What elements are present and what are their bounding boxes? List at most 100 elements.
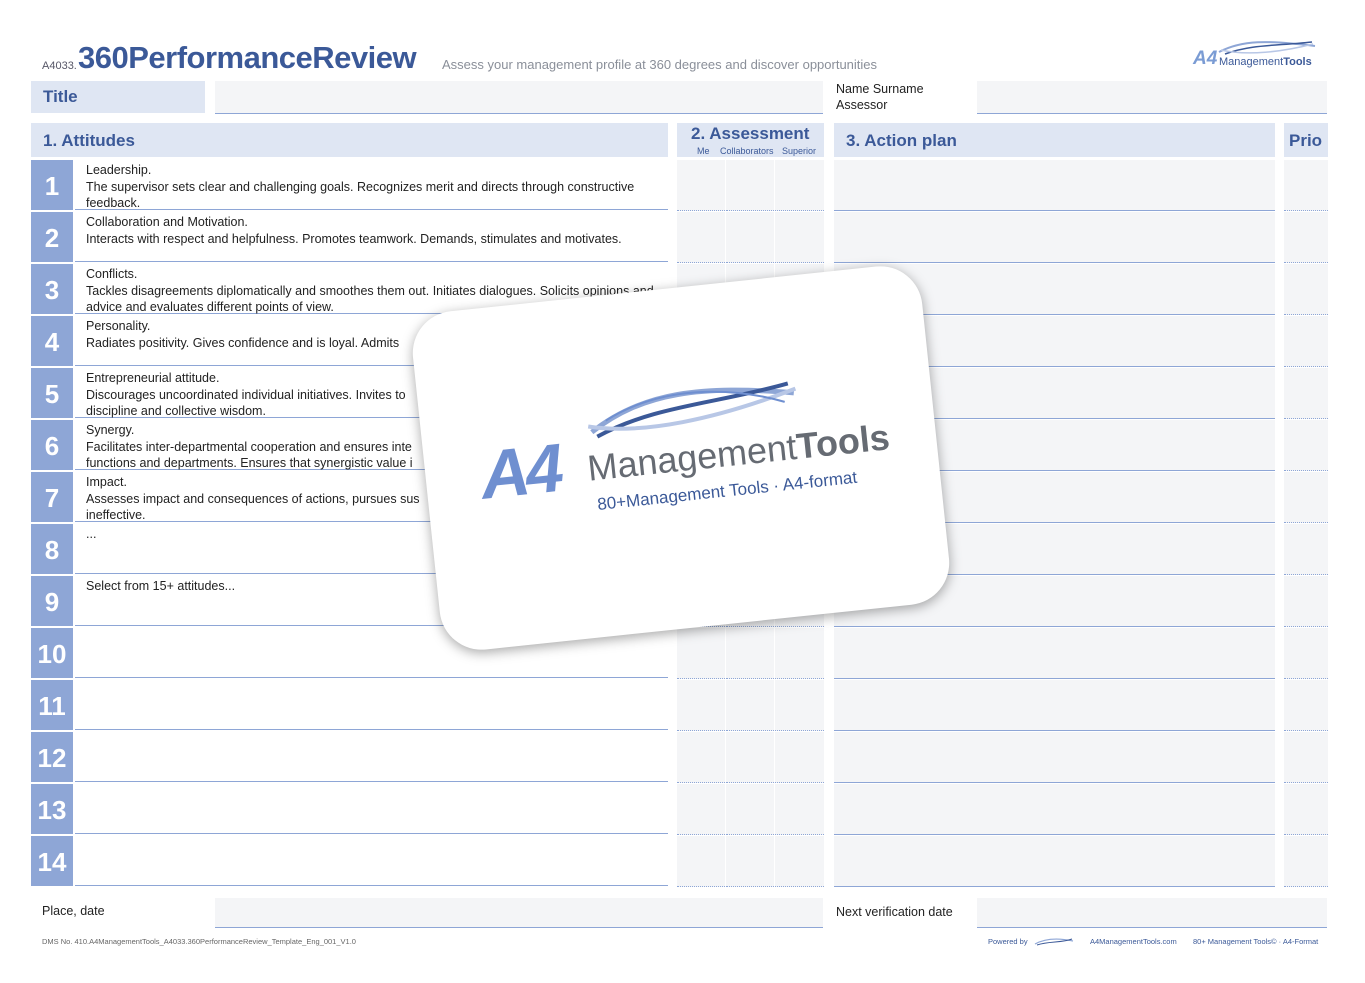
row-number: 13 <box>31 784 73 834</box>
row-number: 8 <box>31 524 73 574</box>
assess-superior-cell[interactable] <box>775 732 824 783</box>
row-number: 4 <box>31 316 73 366</box>
attitude-text[interactable]: Leadership. The supervisor sets clear an… <box>75 160 668 210</box>
logo-overlay-card: A4 ManagementTools 80+Management Tools ·… <box>408 262 954 654</box>
table-row: 11 <box>31 680 1328 732</box>
action-plan-cell[interactable] <box>834 732 1275 783</box>
assess-collaborators-cell[interactable] <box>726 628 774 679</box>
row-number: 9 <box>31 576 73 626</box>
section-prio: Prio <box>1284 123 1328 157</box>
table-row: 13 <box>31 784 1328 836</box>
prio-cell[interactable] <box>1284 368 1328 419</box>
prio-cell[interactable] <box>1284 524 1328 575</box>
template-code: A4033. <box>42 60 77 72</box>
attitude-text[interactable] <box>75 732 668 782</box>
action-plan-cell[interactable] <box>834 784 1275 835</box>
section-assessment: 2. Assessment Me Collaborators Superior <box>677 123 824 157</box>
prio-cell[interactable] <box>1284 628 1328 679</box>
prio-cell[interactable] <box>1284 576 1328 627</box>
table-row: 10 <box>31 628 1328 680</box>
table-row: 14 <box>31 836 1328 888</box>
assess-me-cell[interactable] <box>677 160 725 211</box>
overlay-tools: Tools <box>794 416 892 467</box>
prio-cell[interactable] <box>1284 472 1328 523</box>
table-row: 2 Collaboration and Motivation. Interacts… <box>31 212 1328 264</box>
assess-collaborators-label: Collaborators <box>720 146 774 156</box>
prio-cell[interactable] <box>1284 160 1328 211</box>
assess-superior-cell[interactable] <box>775 628 824 679</box>
dms-number: DMS No. 410.A4ManagementTools_A4033.360P… <box>42 937 356 946</box>
wave-icon <box>1034 938 1073 946</box>
action-plan-cell[interactable] <box>834 628 1275 679</box>
page-subtitle: Assess your management profile at 360 de… <box>442 57 878 72</box>
row-number: 12 <box>31 732 73 782</box>
assess-me-label: Me <box>697 146 710 156</box>
assess-superior-cell[interactable] <box>775 680 824 731</box>
assess-collaborators-cell[interactable] <box>726 212 774 263</box>
prio-cell[interactable] <box>1284 836 1328 887</box>
next-verification-label: Next verification date <box>836 905 953 919</box>
section-attitudes: 1. Attitudes <box>31 123 668 157</box>
assess-me-cell[interactable] <box>677 836 725 887</box>
action-plan-cell[interactable] <box>834 212 1275 263</box>
action-plan-cell[interactable] <box>834 680 1275 731</box>
name-label: Name Surname <box>836 82 924 96</box>
page-title: 360PerformanceReview <box>78 40 417 75</box>
assess-superior-label: Superior <box>782 146 817 156</box>
prio-cell[interactable] <box>1284 316 1328 367</box>
next-verification-field[interactable] <box>977 898 1327 928</box>
website-link[interactable]: A4ManagementTools.com <box>1090 937 1177 946</box>
table-row: 12 <box>31 732 1328 784</box>
row-number: 10 <box>31 628 73 678</box>
action-plan-cell[interactable] <box>834 836 1275 887</box>
assess-superior-cell[interactable] <box>775 836 824 887</box>
assess-collaborators-cell[interactable] <box>726 160 774 211</box>
overlay-a4: A4 <box>476 429 564 514</box>
attitude-text[interactable]: Collaboration and Motivation. Interacts … <box>75 212 668 262</box>
attitude-text[interactable] <box>75 836 668 886</box>
row-number: 7 <box>31 472 73 522</box>
assess-superior-cell[interactable] <box>775 160 824 211</box>
assess-superior-cell[interactable] <box>775 212 824 263</box>
assess-me-cell[interactable] <box>677 212 725 263</box>
brand-logo: A4 ManagementTools <box>1193 40 1323 74</box>
prio-cell[interactable] <box>1284 680 1328 731</box>
prio-cell[interactable] <box>1284 732 1328 783</box>
assess-me-cell[interactable] <box>677 680 725 731</box>
footer-tagline: 80+ Management Tools© · A4-Format <box>1193 937 1319 946</box>
row-number: 1 <box>31 160 73 210</box>
place-date-field[interactable] <box>215 898 823 928</box>
name-field[interactable] <box>977 81 1327 114</box>
section-assessment-title: 2. Assessment <box>691 124 810 143</box>
assess-collaborators-cell[interactable] <box>726 836 774 887</box>
name-assessor-labels: Name Surname Assessor <box>836 81 924 113</box>
assess-collaborators-cell[interactable] <box>726 732 774 783</box>
place-date-label: Place, date <box>42 904 105 918</box>
prio-cell[interactable] <box>1284 264 1328 315</box>
row-number: 5 <box>31 368 73 418</box>
logo-a4: A4 <box>1193 48 1218 69</box>
row-number: 2 <box>31 212 73 262</box>
assess-collaborators-cell[interactable] <box>726 784 774 835</box>
row-number: 14 <box>31 836 73 886</box>
title-label: Title <box>31 81 205 113</box>
prio-cell[interactable] <box>1284 420 1328 471</box>
powered-by: Powered by <box>988 937 1074 946</box>
assess-superior-cell[interactable] <box>775 784 824 835</box>
assess-collaborators-cell[interactable] <box>726 680 774 731</box>
section-action-plan: 3. Action plan <box>834 123 1275 157</box>
attitude-text[interactable] <box>75 680 668 730</box>
assessor-label: Assessor <box>836 98 888 112</box>
assess-me-cell[interactable] <box>677 628 725 679</box>
logo-tools: Tools <box>1283 56 1312 68</box>
attitude-text[interactable] <box>75 784 668 834</box>
powered-by-label: Powered by <box>988 937 1028 946</box>
prio-cell[interactable] <box>1284 212 1328 263</box>
assess-me-cell[interactable] <box>677 784 725 835</box>
prio-cell[interactable] <box>1284 784 1328 835</box>
assess-me-cell[interactable] <box>677 732 725 783</box>
action-plan-cell[interactable] <box>834 160 1275 211</box>
title-field[interactable] <box>215 81 823 114</box>
row-number: 6 <box>31 420 73 470</box>
row-number: 11 <box>31 680 73 730</box>
